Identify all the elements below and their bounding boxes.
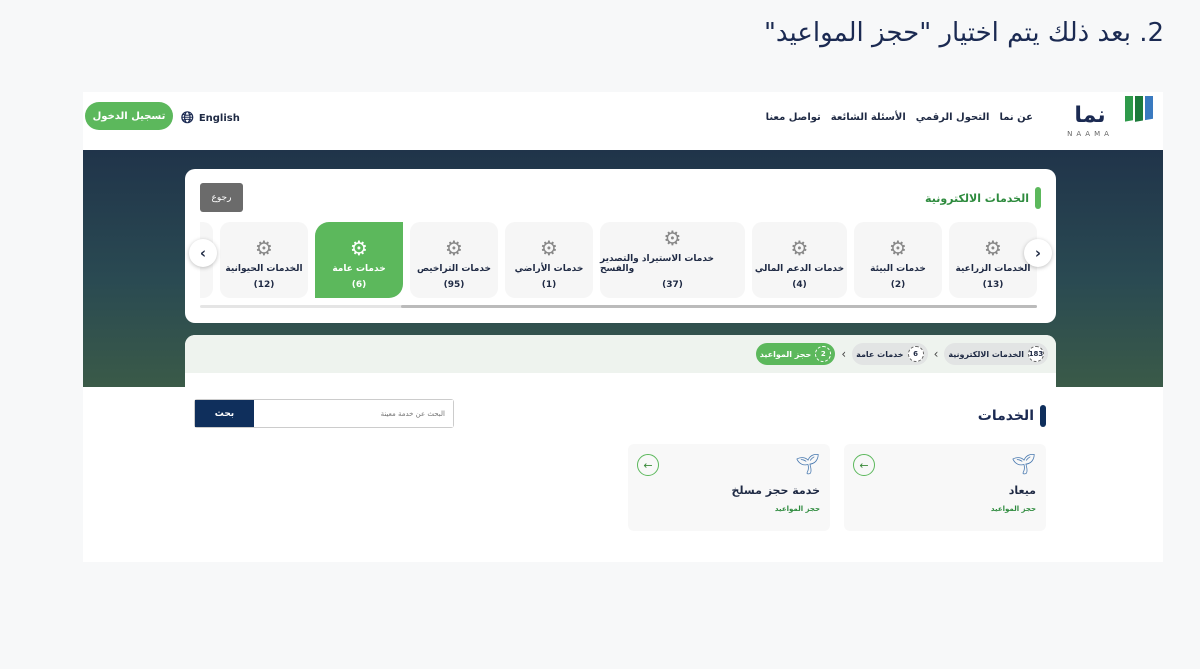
breadcrumb-count: 2 [815, 346, 832, 362]
breadcrumb-label: الخدمات الالكترونية [948, 349, 1024, 359]
category-tile[interactable]: ⚙︎ خدمات عامة (6) [315, 222, 403, 298]
search-bar: بحث [194, 399, 454, 428]
nav-faq[interactable]: الأسئلة الشائعة [831, 112, 906, 123]
breadcrumb-count: 183 [1028, 346, 1044, 362]
language-switch[interactable]: 🌐︎ English [181, 108, 240, 128]
category-tile[interactable]: ⚙︎ الخدمات الحيوانية (12) [220, 222, 308, 298]
arrow-left-icon[interactable]: ← [637, 454, 659, 476]
chevron-right-icon: › [1034, 244, 1042, 262]
tile-count: (6) [351, 280, 367, 290]
emblem-icon: ⚙︎ [255, 236, 273, 260]
svg-text:NAAMA: NAAMA [1067, 130, 1113, 138]
title-bar [1040, 405, 1046, 427]
plant-hand-icon: 🌱︎ [794, 452, 820, 476]
eservices-card: الخدمات الالكترونية رجوع ⚙︎ الخدمات الزرا… [185, 169, 1056, 323]
category-tile[interactable]: ⚙︎ الخدمات الزراعية (13) [949, 222, 1037, 298]
nav-about[interactable]: عن نما [999, 112, 1033, 123]
breadcrumb-item[interactable]: 183 الخدمات الالكترونية [944, 343, 1048, 365]
breadcrumb: 183 الخدمات الالكترونية ‹ 6 خدمات عامة ‹ 2 حجز … [185, 335, 1056, 373]
tile-count: (2) [890, 280, 906, 290]
breadcrumb-item[interactable]: 6 خدمات عامة [852, 343, 928, 365]
site-header: نما NAAMA عن نما التحول الرقمي الأسئلة ا… [83, 92, 1163, 150]
naama-logo[interactable]: نما NAAMA [1055, 92, 1155, 140]
eservices-title-text: الخدمات الالكترونية [925, 191, 1029, 205]
chevron-icon: ‹ [841, 347, 847, 361]
category-tile[interactable]: ⚙︎ خدمات التراخيص (95) [410, 222, 498, 298]
category-tile[interactable]: ⚙︎ خدمات البيئة (2) [854, 222, 942, 298]
back-button[interactable]: رجوع [200, 183, 243, 212]
carousel-prev-button[interactable]: ‹ [189, 239, 217, 267]
services-panel: 183 الخدمات الالكترونية ‹ 6 خدمات عامة ‹ 2 حجز … [185, 335, 1056, 557]
category-tile[interactable]: ⚙︎ خدمات الدعم المالي (4) [752, 222, 847, 298]
category-carousel: ⚙︎ الخدمات الزراعية (13) ⚙︎ خدمات البيئة (2) ⚙… [200, 222, 1037, 298]
breadcrumb-label: حجز المواعيد [759, 349, 812, 359]
tile-count: (37) [662, 280, 683, 290]
title-bar [1035, 187, 1041, 209]
tile-count: (13) [982, 280, 1004, 290]
service-category: حجز المواعيد [990, 505, 1036, 513]
chevron-left-icon: ‹ [199, 244, 207, 262]
arrow-left-icon[interactable]: ← [853, 454, 875, 476]
search-input[interactable] [254, 400, 453, 427]
tile-label: خدمات التراخيص [416, 264, 492, 274]
tile-label: الخدمات الحيوانية [225, 264, 303, 274]
tile-label: الخدمات الزراعية [955, 264, 1031, 274]
service-title: ميعاد [1008, 484, 1036, 497]
category-tile[interactable]: ⚙︎ خدمات الاستيراد والتصدير والفسح (37) [600, 222, 745, 298]
screenshot: نما NAAMA عن نما التحول الرقمي الأسئلة ا… [83, 92, 1163, 562]
main-nav: عن نما التحول الرقمي الأسئلة الشائعة توا… [766, 112, 1033, 123]
tile-label: خدمات الدعم المالي [754, 264, 845, 274]
language-label: English [198, 112, 240, 124]
tile-count: (4) [792, 280, 807, 290]
login-button[interactable]: تسجيل الدخول [85, 102, 173, 130]
globe-icon: 🌐︎ [181, 108, 194, 127]
tile-label: خدمات البيئة [870, 264, 926, 274]
service-card[interactable]: ← 🌱︎ ميعاد حجز المواعيد [844, 444, 1046, 531]
tile-count: (1) [541, 280, 557, 290]
breadcrumb-item[interactable]: 2 حجز المواعيد [755, 343, 836, 365]
services-title: الخدمات [978, 405, 1046, 427]
service-category: حجز المواعيد [774, 505, 820, 513]
category-tile[interactable]: ⚙︎ خدمات الأراضي (1) [505, 222, 593, 298]
services-title-text: الخدمات [977, 408, 1034, 424]
tile-count: (12) [253, 280, 275, 290]
tile-label: خدمات الأراضي [514, 264, 584, 274]
carousel-next-button[interactable]: › [1024, 239, 1052, 267]
breadcrumb-label: خدمات عامة [856, 349, 904, 359]
nav-contact[interactable]: تواصل معنا [766, 112, 821, 123]
emblem-icon: ⚙︎ [790, 236, 809, 260]
chevron-icon: ‹ [933, 347, 939, 361]
carousel-scrollbar[interactable] [200, 305, 1037, 308]
service-card[interactable]: ← 🌱︎ خدمة حجز مسلخ حجز المواعيد [628, 444, 830, 531]
tile-label: خدمات الاستيراد والتصدير والفسح [600, 254, 715, 274]
emblem-icon: ⚙︎ [540, 236, 558, 260]
emblem-icon: ⚙︎ [350, 236, 368, 260]
emblem-icon: ⚙︎ [663, 226, 682, 250]
emblem-icon: ⚙︎ [984, 236, 1002, 260]
logo-icon: نما NAAMA [1067, 92, 1153, 138]
nav-digital-transformation[interactable]: التحول الرقمي [916, 112, 990, 123]
plant-hand-icon: 🌱︎ [1010, 452, 1036, 476]
tile-label: خدمات عامة [332, 264, 386, 274]
tile-count: (95) [443, 280, 465, 290]
page-heading: 2. بعد ذلك يتم اختيار "حجز المواعيد" [763, 18, 1164, 48]
search-button[interactable]: بحث [195, 400, 254, 427]
emblem-icon: ⚙︎ [445, 236, 463, 260]
svg-text:نما: نما [1074, 103, 1105, 128]
eservices-title: الخدمات الالكترونية [925, 187, 1041, 209]
service-title: خدمة حجز مسلخ [731, 484, 820, 497]
emblem-icon: ⚙︎ [889, 236, 907, 260]
breadcrumb-count: 6 [907, 346, 924, 362]
